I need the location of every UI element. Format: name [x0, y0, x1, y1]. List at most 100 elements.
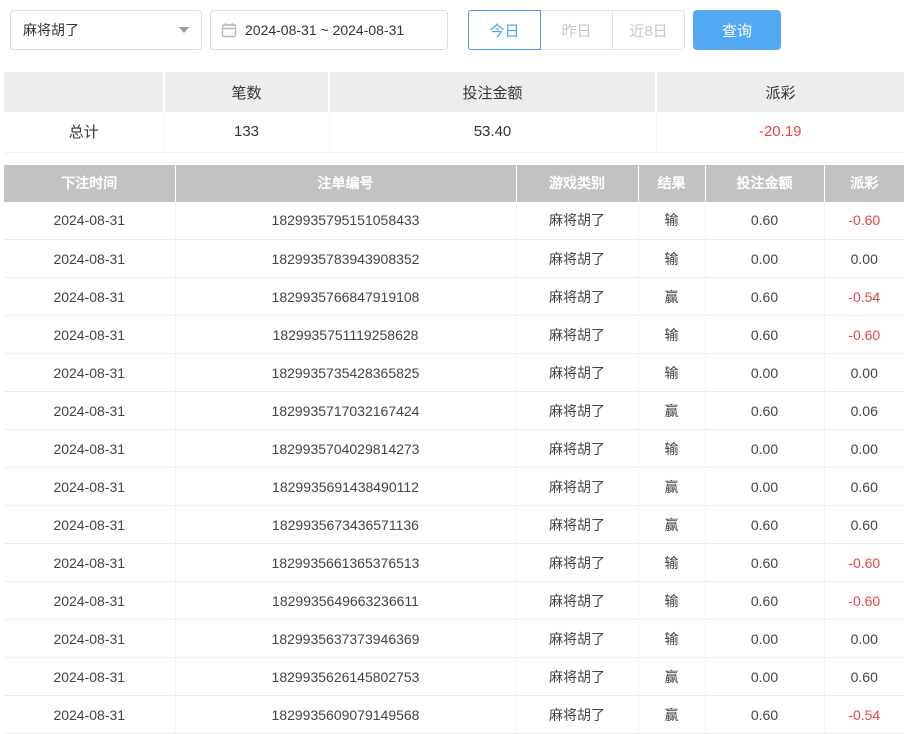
- records-header-bet-time: 下注时间: [4, 165, 175, 202]
- bet-time-cell: 2024-08-31: [4, 278, 175, 316]
- payout-cell: -0.60: [824, 582, 904, 620]
- yesterday-button[interactable]: 昨日: [540, 10, 613, 50]
- bet-id-cell: 1829935751119258628: [175, 316, 516, 354]
- records-header-row: 下注时间 注单编号 游戏类别 结果 投注金额 派彩: [4, 165, 904, 202]
- table-row: 2024-08-311829935626145802753麻将胡了赢0.000.…: [4, 658, 904, 696]
- bet-time-cell: 2024-08-31: [4, 316, 175, 354]
- summary-total-label: 总计: [4, 112, 164, 152]
- bet-amount-cell: 0.00: [705, 430, 824, 468]
- summary-total-row: 总计 133 53.40 -20.19: [4, 112, 904, 152]
- game-type-cell: 麻将胡了: [516, 392, 638, 430]
- bet-amount-cell: 0.60: [705, 278, 824, 316]
- result-cell: 输: [638, 430, 705, 468]
- summary-header-payout: 派彩: [656, 72, 904, 112]
- bet-time-cell: 2024-08-31: [4, 202, 175, 240]
- query-button[interactable]: 查询: [693, 10, 781, 50]
- last-8-days-button[interactable]: 近8日: [612, 10, 685, 50]
- payout-cell: 0.06: [824, 392, 904, 430]
- result-cell: 输: [638, 544, 705, 582]
- bet-id-cell: 1829935783943908352: [175, 240, 516, 278]
- payout-cell: 0.60: [824, 468, 904, 506]
- game-type-cell: 麻将胡了: [516, 240, 638, 278]
- toolbar: 麻将胡了 2024-08-31 ~ 2024-08-31 今日 昨日 近8日 查…: [0, 0, 908, 52]
- records-header-payout: 派彩: [824, 165, 904, 202]
- bet-amount-cell: 0.60: [705, 506, 824, 544]
- bet-time-cell: 2024-08-31: [4, 240, 175, 278]
- game-type-cell: 麻将胡了: [516, 316, 638, 354]
- records-header-game-type: 游戏类别: [516, 165, 638, 202]
- payout-cell: -0.60: [824, 202, 904, 240]
- bet-id-cell: 1829935661365376513: [175, 544, 516, 582]
- bet-amount-cell: 0.00: [705, 658, 824, 696]
- records-table: 下注时间 注单编号 游戏类别 结果 投注金额 派彩 2024-08-311829…: [4, 165, 904, 734]
- payout-cell: -0.60: [824, 316, 904, 354]
- summary-payout-value: -20.19: [656, 112, 904, 152]
- bet-time-cell: 2024-08-31: [4, 354, 175, 392]
- table-row: 2024-08-311829935795151058433麻将胡了输0.60-0…: [4, 202, 904, 240]
- payout-cell: -0.54: [824, 278, 904, 316]
- payout-cell: 0.00: [824, 620, 904, 658]
- bet-time-cell: 2024-08-31: [4, 620, 175, 658]
- result-cell: 赢: [638, 468, 705, 506]
- table-row: 2024-08-311829935717032167424麻将胡了赢0.600.…: [4, 392, 904, 430]
- game-type-cell: 麻将胡了: [516, 468, 638, 506]
- bet-time-cell: 2024-08-31: [4, 506, 175, 544]
- game-type-cell: 麻将胡了: [516, 658, 638, 696]
- result-cell: 输: [638, 202, 705, 240]
- game-type-cell: 麻将胡了: [516, 278, 638, 316]
- game-type-cell: 麻将胡了: [516, 430, 638, 468]
- payout-cell: 0.60: [824, 506, 904, 544]
- table-row: 2024-08-311829935673436571136麻将胡了赢0.600.…: [4, 506, 904, 544]
- bet-amount-cell: 0.00: [705, 240, 824, 278]
- result-cell: 输: [638, 582, 705, 620]
- game-type-cell: 麻将胡了: [516, 620, 638, 658]
- result-cell: 赢: [638, 278, 705, 316]
- result-cell: 输: [638, 620, 705, 658]
- game-type-cell: 麻将胡了: [516, 202, 638, 240]
- game-select-value: 麻将胡了: [23, 20, 79, 40]
- quick-range-group: 今日 昨日 近8日: [468, 10, 685, 50]
- bet-amount-cell: 0.00: [705, 468, 824, 506]
- bet-time-cell: 2024-08-31: [4, 392, 175, 430]
- table-row: 2024-08-311829935766847919108麻将胡了赢0.60-0…: [4, 278, 904, 316]
- bet-amount-cell: 0.60: [705, 392, 824, 430]
- table-row: 2024-08-311829935751119258628麻将胡了输0.60-0…: [4, 316, 904, 354]
- bet-time-cell: 2024-08-31: [4, 582, 175, 620]
- bet-id-cell: 1829935626145802753: [175, 658, 516, 696]
- date-range-input[interactable]: 2024-08-31 ~ 2024-08-31: [210, 10, 448, 50]
- table-row: 2024-08-311829935783943908352麻将胡了输0.000.…: [4, 240, 904, 278]
- result-cell: 输: [638, 240, 705, 278]
- result-cell: 赢: [638, 658, 705, 696]
- bet-id-cell: 1829935717032167424: [175, 392, 516, 430]
- result-cell: 输: [638, 354, 705, 392]
- bet-id-cell: 1829935673436571136: [175, 506, 516, 544]
- summary-count-value: 133: [164, 112, 329, 152]
- table-row: 2024-08-311829935661365376513麻将胡了输0.60-0…: [4, 544, 904, 582]
- records-header-result: 结果: [638, 165, 705, 202]
- payout-cell: 0.00: [824, 240, 904, 278]
- chevron-down-icon: [179, 27, 189, 33]
- records-header-bet-amount: 投注金额: [705, 165, 824, 202]
- bet-id-cell: 1829935704029814273: [175, 430, 516, 468]
- bet-id-cell: 1829935735428365825: [175, 354, 516, 392]
- bet-amount-cell: 0.60: [705, 582, 824, 620]
- bet-time-cell: 2024-08-31: [4, 658, 175, 696]
- result-cell: 输: [638, 316, 705, 354]
- bet-amount-cell: 0.60: [705, 544, 824, 582]
- bet-amount-cell: 0.60: [705, 316, 824, 354]
- summary-header-bet-amount: 投注金额: [329, 72, 656, 112]
- bet-time-cell: 2024-08-31: [4, 468, 175, 506]
- game-type-cell: 麻将胡了: [516, 506, 638, 544]
- records-header-bet-id: 注单编号: [175, 165, 516, 202]
- bet-time-cell: 2024-08-31: [4, 430, 175, 468]
- result-cell: 赢: [638, 392, 705, 430]
- bet-amount-cell: 0.60: [705, 202, 824, 240]
- summary-header-row: 笔数 投注金额 派彩: [4, 72, 904, 112]
- today-button[interactable]: 今日: [468, 10, 541, 50]
- result-cell: 赢: [638, 506, 705, 544]
- game-type-cell: 麻将胡了: [516, 582, 638, 620]
- bet-id-cell: 1829935795151058433: [175, 202, 516, 240]
- payout-cell: 0.00: [824, 354, 904, 392]
- bet-amount-cell: 0.00: [705, 354, 824, 392]
- game-select[interactable]: 麻将胡了: [10, 10, 202, 50]
